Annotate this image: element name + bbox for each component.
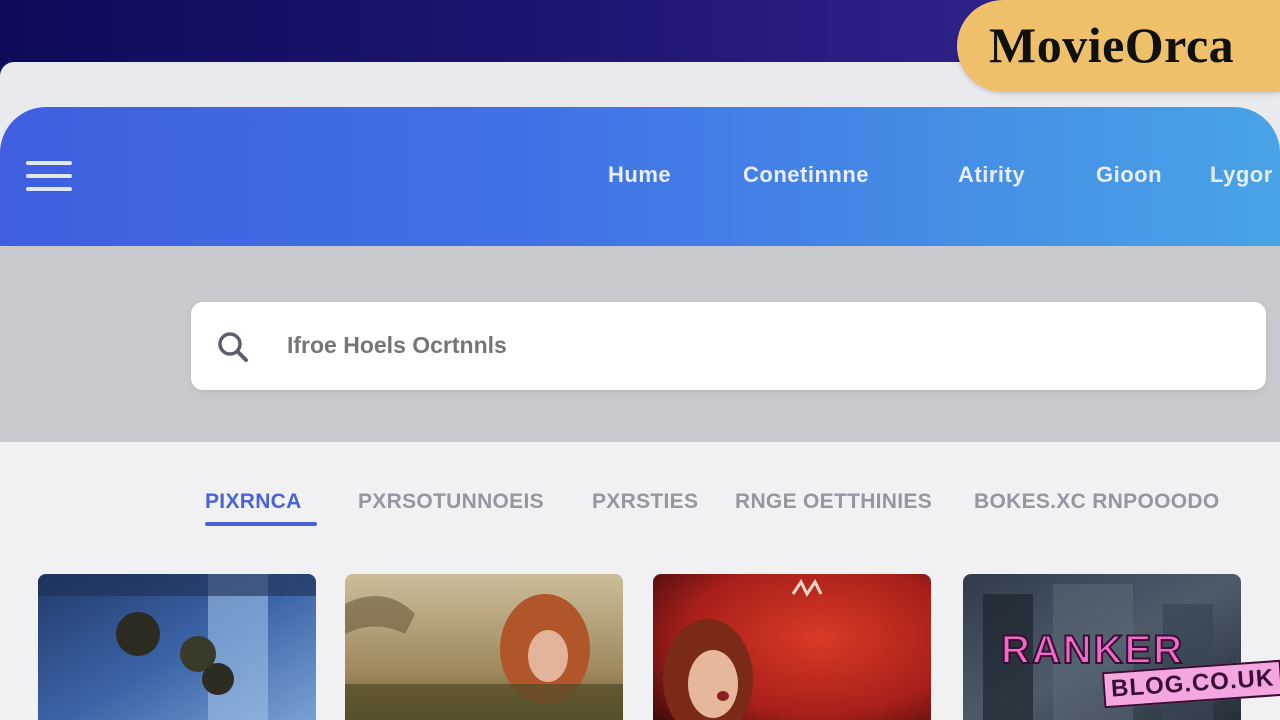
nav-link-5[interactable]: Lygor (1210, 162, 1273, 188)
movie-poster-image-sepia (345, 574, 623, 720)
tab-4[interactable]: RNGE OETTHINIES (735, 490, 932, 514)
movie-card-1[interactable] (38, 574, 316, 720)
nav-link-4[interactable]: Gioon (1096, 162, 1162, 188)
tab-5[interactable]: BOKES.XC RNPOOODO (974, 490, 1219, 514)
search-bar[interactable] (191, 302, 1266, 390)
watermark-top-text: RANKER (1000, 627, 1185, 673)
search-input[interactable] (287, 332, 1187, 359)
search-section (0, 246, 1280, 442)
tab-2[interactable]: PXRSOTUNNOEIS (358, 490, 544, 514)
brand-name: MovieOrca (989, 17, 1235, 73)
brand-badge: MovieOrca (957, 0, 1280, 92)
movie-poster-image-blue (38, 574, 316, 720)
tab-3[interactable]: PXRSTIES (592, 490, 698, 514)
nav-link-3[interactable]: Atirity (958, 162, 1025, 188)
search-icon (215, 329, 251, 365)
nav-link-home[interactable]: Hume (608, 162, 671, 188)
hamburger-menu-icon[interactable] (26, 161, 72, 195)
top-navbar: Hume Conetinnne Atirity Gioon Lygor (0, 107, 1280, 246)
movie-poster-image-red (653, 574, 931, 720)
watermark-logo: RANKER BLOG.CO.UK (995, 627, 1280, 720)
nav-link-2[interactable]: Conetinnne (743, 162, 869, 188)
movie-card-2[interactable] (345, 574, 623, 720)
active-tab-indicator (205, 522, 317, 526)
tab-1[interactable]: PIXRNCA (205, 490, 302, 514)
app-window: Hume Conetinnne Atirity Gioon Lygor PIXR… (0, 62, 1280, 720)
movie-card-3[interactable] (653, 574, 931, 720)
